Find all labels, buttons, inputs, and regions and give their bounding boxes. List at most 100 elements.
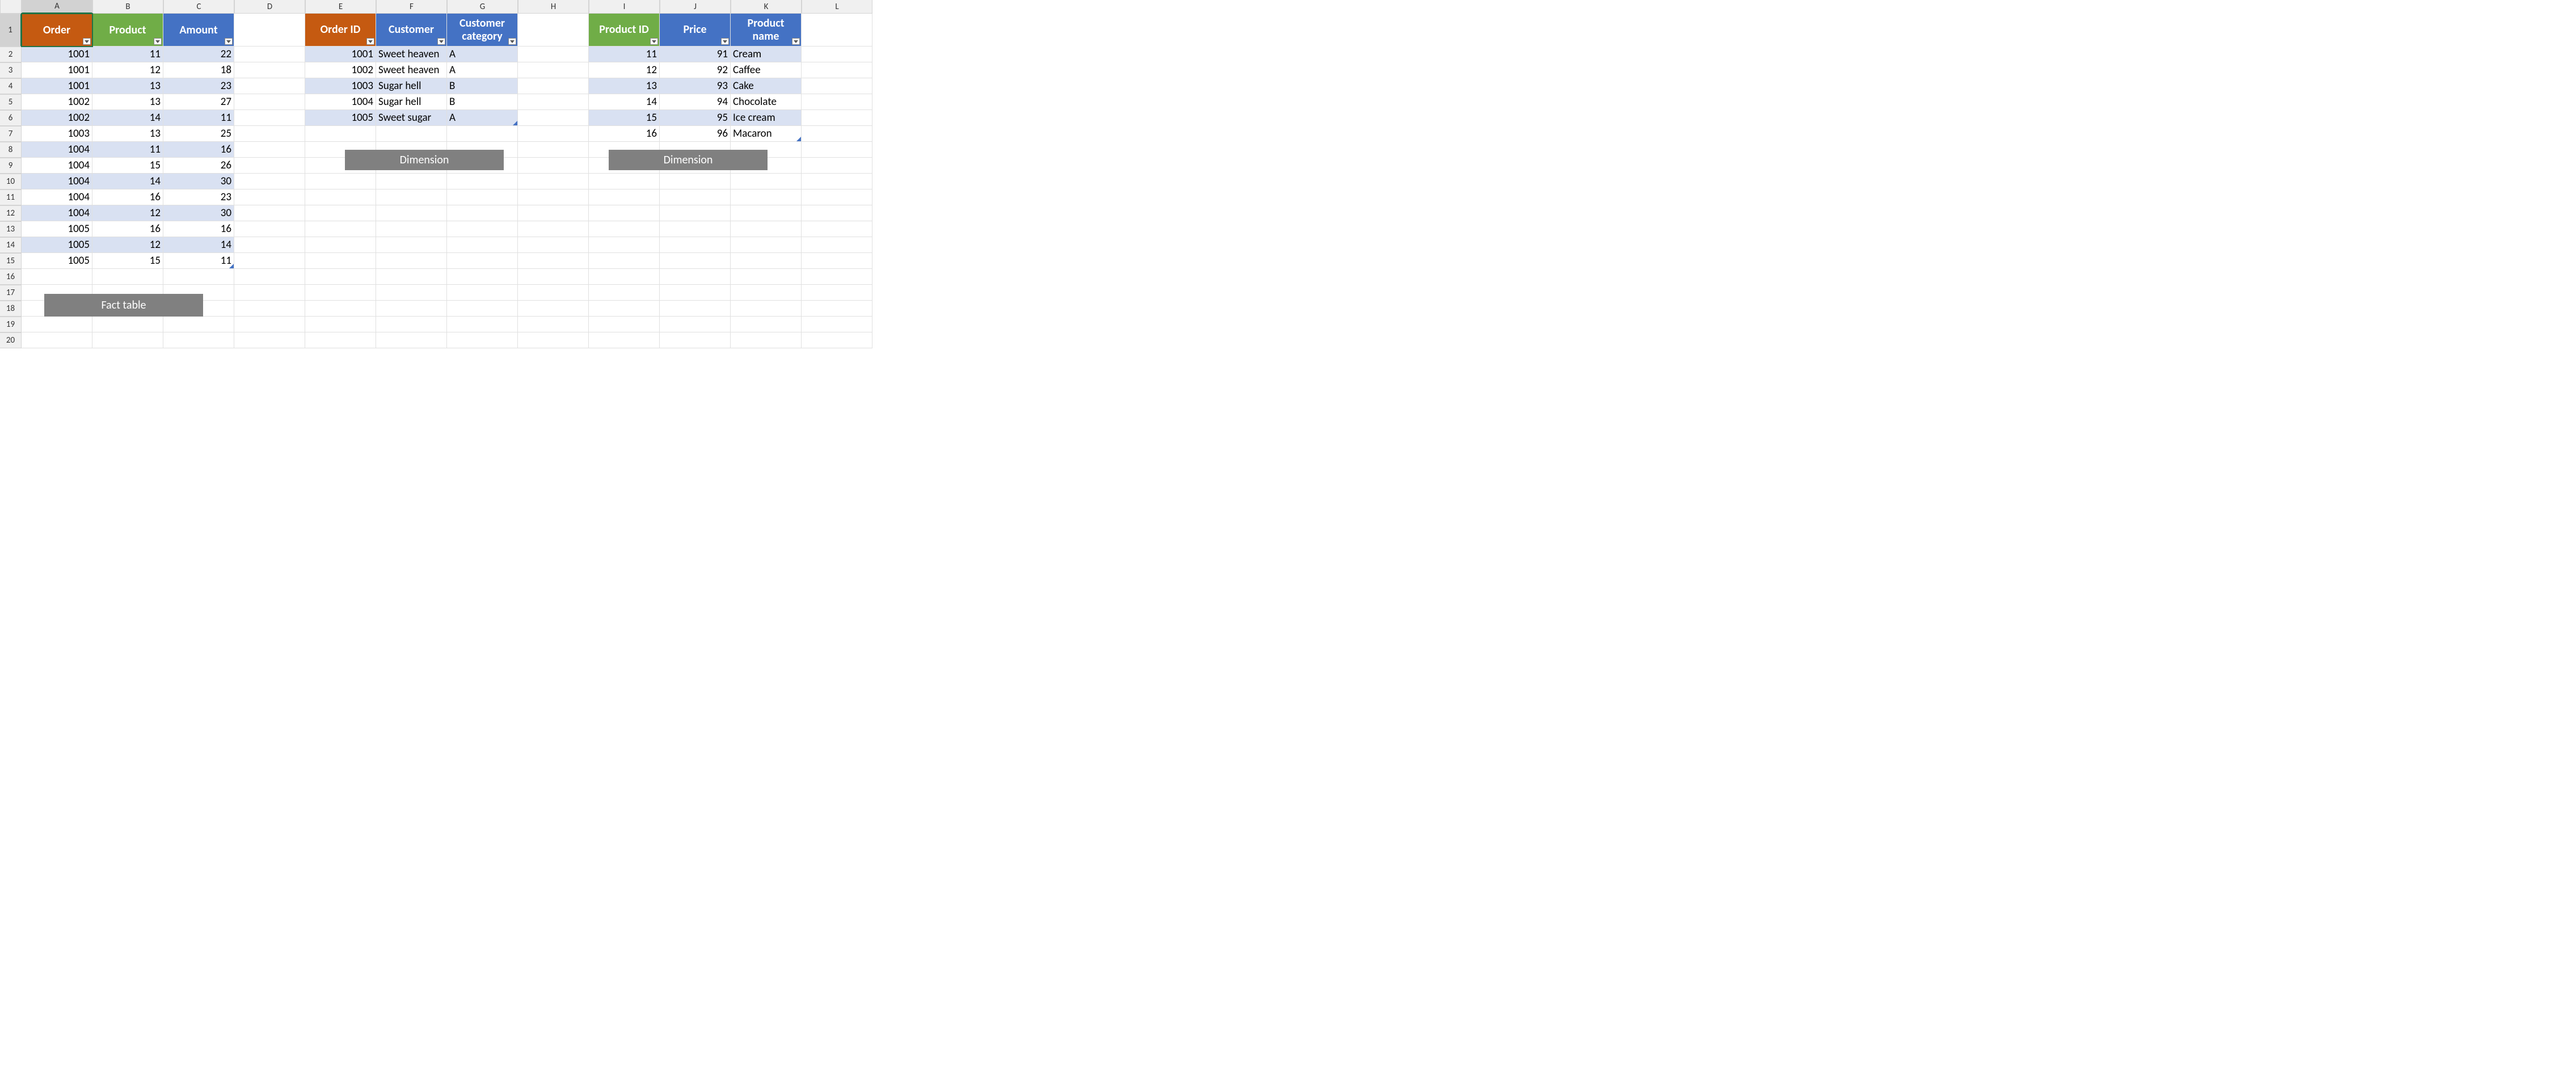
cell-J14[interactable]	[660, 237, 731, 253]
fact-cell[interactable]: 1002	[22, 94, 92, 110]
fact-header-1[interactable]: Product	[92, 14, 163, 47]
cell-E19[interactable]	[305, 317, 376, 332]
row-header-16[interactable]: 16	[0, 269, 22, 285]
cell-K12[interactable]	[731, 205, 802, 221]
fact-cell[interactable]: 1001	[22, 62, 92, 78]
orders-cell[interactable]: B	[447, 94, 518, 110]
cell-F12[interactable]	[376, 205, 447, 221]
cell-K11[interactable]	[731, 189, 802, 205]
col-header-C[interactable]: C	[163, 0, 234, 14]
col-header-H[interactable]: H	[518, 0, 589, 14]
cell-K14[interactable]	[731, 237, 802, 253]
products-cell[interactable]: 96	[660, 126, 731, 142]
orders-cell[interactable]: Sweet heaven	[376, 47, 447, 62]
cell-E10[interactable]	[305, 174, 376, 189]
fact-cell[interactable]: 1003	[22, 126, 92, 142]
fact-cell[interactable]: 1004	[22, 142, 92, 158]
cell-D4[interactable]	[234, 78, 305, 94]
cell-H7[interactable]	[518, 126, 589, 142]
orders-header-1[interactable]: Customer	[376, 14, 447, 47]
cell-B19[interactable]	[92, 317, 163, 332]
cell-D8[interactable]	[234, 142, 305, 158]
orders-cell[interactable]: 1004	[305, 94, 376, 110]
cell-L2[interactable]	[802, 47, 872, 62]
col-header-G[interactable]: G	[447, 0, 518, 14]
products-header-1[interactable]: Price	[660, 14, 731, 47]
cell-A20[interactable]	[22, 332, 92, 348]
col-header-I[interactable]: I	[589, 0, 660, 14]
cell-L18[interactable]	[802, 301, 872, 317]
col-header-B[interactable]: B	[92, 0, 163, 14]
filter-dropdown-icon[interactable]	[366, 38, 374, 45]
cell-I13[interactable]	[589, 221, 660, 237]
cell-I18[interactable]	[589, 301, 660, 317]
cell-L17[interactable]	[802, 285, 872, 301]
cell-H8[interactable]	[518, 142, 589, 158]
fact-cell[interactable]: 1004	[22, 174, 92, 189]
cell-H9[interactable]	[518, 158, 589, 174]
cell-L15[interactable]	[802, 253, 872, 269]
cell-D9[interactable]	[234, 158, 305, 174]
table-resize-handle[interactable]	[513, 121, 517, 125]
fact-cell[interactable]: 30	[163, 174, 234, 189]
row-header-1[interactable]: 1	[0, 14, 22, 47]
orders-cell[interactable]: A	[447, 62, 518, 78]
cell-J13[interactable]	[660, 221, 731, 237]
cell-L10[interactable]	[802, 174, 872, 189]
cell-E16[interactable]	[305, 269, 376, 285]
fact-cell[interactable]: 25	[163, 126, 234, 142]
cell-I17[interactable]	[589, 285, 660, 301]
cell-F17[interactable]	[376, 285, 447, 301]
cell-E20[interactable]	[305, 332, 376, 348]
cell-E14[interactable]	[305, 237, 376, 253]
cell-L8[interactable]	[802, 142, 872, 158]
orders-cell[interactable]: Sugar hell	[376, 78, 447, 94]
cell-D3[interactable]	[234, 62, 305, 78]
cell-J11[interactable]	[660, 189, 731, 205]
cell-B20[interactable]	[92, 332, 163, 348]
fact-cell[interactable]: 13	[92, 94, 163, 110]
cell-L13[interactable]	[802, 221, 872, 237]
fact-cell[interactable]: 14	[92, 174, 163, 189]
cell-H10[interactable]	[518, 174, 589, 189]
cell-D15[interactable]	[234, 253, 305, 269]
cell-H2[interactable]	[518, 47, 589, 62]
fact-cell[interactable]: 14	[92, 110, 163, 126]
products-cell[interactable]: 95	[660, 110, 731, 126]
orders-cell[interactable]: Sugar hell	[376, 94, 447, 110]
fact-cell[interactable]: 1004	[22, 158, 92, 174]
cell-B16[interactable]	[92, 269, 163, 285]
cell-C20[interactable]	[163, 332, 234, 348]
fact-cell[interactable]: 14	[163, 237, 234, 253]
filter-dropdown-icon[interactable]	[83, 38, 91, 45]
cell-G15[interactable]	[447, 253, 518, 269]
cell-D5[interactable]	[234, 94, 305, 110]
cell-I12[interactable]	[589, 205, 660, 221]
row-header-10[interactable]: 10	[0, 174, 22, 189]
row-header-17[interactable]: 17	[0, 285, 22, 301]
fact-header-0[interactable]: Order	[22, 14, 92, 47]
products-cell[interactable]: Caffee	[731, 62, 802, 78]
fact-cell[interactable]: 1005	[22, 237, 92, 253]
cell-L3[interactable]	[802, 62, 872, 78]
products-cell[interactable]: 16	[589, 126, 660, 142]
fact-cell[interactable]: 1001	[22, 78, 92, 94]
products-cell[interactable]: 14	[589, 94, 660, 110]
cell-D18[interactable]	[234, 301, 305, 317]
cell-D14[interactable]	[234, 237, 305, 253]
cell-E17[interactable]	[305, 285, 376, 301]
cell-F19[interactable]	[376, 317, 447, 332]
col-header-J[interactable]: J	[660, 0, 731, 14]
cell-H6[interactable]	[518, 110, 589, 126]
cell-G7[interactable]	[447, 126, 518, 142]
cell-D2[interactable]	[234, 47, 305, 62]
col-header-D[interactable]: D	[234, 0, 305, 14]
fact-cell[interactable]: 11	[163, 110, 234, 126]
fact-cell[interactable]: 1001	[22, 47, 92, 62]
row-header-11[interactable]: 11	[0, 189, 22, 205]
fact-cell[interactable]: 12	[92, 237, 163, 253]
cell-I11[interactable]	[589, 189, 660, 205]
cell-H19[interactable]	[518, 317, 589, 332]
row-header-15[interactable]: 15	[0, 253, 22, 269]
cell-J12[interactable]	[660, 205, 731, 221]
